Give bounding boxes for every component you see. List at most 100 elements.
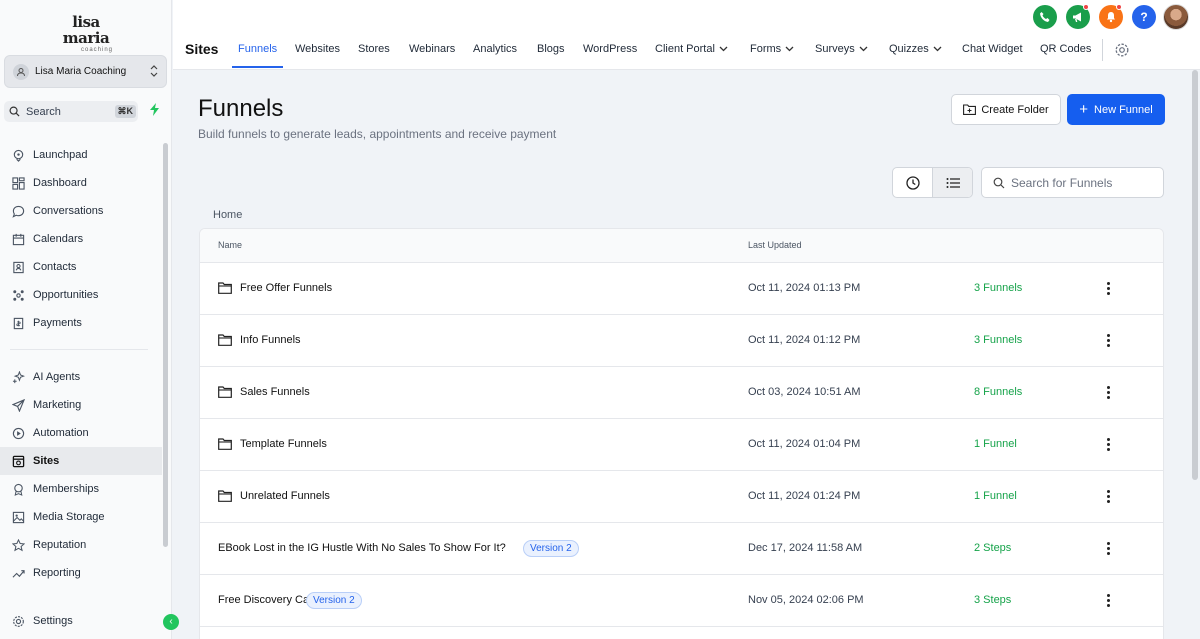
tab-label: Webinars xyxy=(409,43,456,55)
funnel-search-field[interactable] xyxy=(981,167,1164,198)
version-badge: Version 2 xyxy=(523,540,579,557)
tab-funnels[interactable]: Funnels xyxy=(238,43,277,55)
more-vertical-icon[interactable] xyxy=(1100,537,1116,559)
row-name[interactable]: Sales Funnels xyxy=(240,386,310,398)
sidebar-item-reputation[interactable]: Reputation xyxy=(0,531,162,559)
sidebar-item-conversations[interactable]: Conversations xyxy=(0,197,162,225)
recent-view-button[interactable] xyxy=(893,168,932,197)
more-vertical-icon[interactable] xyxy=(1100,433,1116,455)
tab-surveys[interactable]: Surveys xyxy=(815,43,868,55)
row-name[interactable]: EBook Lost in the IG Hustle With No Sale… xyxy=(218,542,506,554)
sidebar-item-label: Reporting xyxy=(33,567,81,579)
sidebar-item-payments[interactable]: Payments xyxy=(0,309,162,337)
sidebar-item-launchpad[interactable]: Launchpad xyxy=(0,141,162,169)
quick-action-bolt-icon[interactable] xyxy=(146,103,164,121)
tab-chat-widget[interactable]: Chat Widget xyxy=(962,43,1023,55)
version-badge: Version 2 xyxy=(306,592,362,609)
phone-icon[interactable] xyxy=(1033,5,1057,29)
plus-icon: + xyxy=(1079,100,1089,118)
table-row[interactable]: Info Funnels Oct 11, 2024 01:12 PM 3 Funne… xyxy=(200,315,1163,367)
row-name[interactable]: Free Discovery Call xyxy=(218,594,314,606)
tab-stores[interactable]: Stores xyxy=(358,43,390,55)
sidebar-item-reporting[interactable]: Reporting xyxy=(0,559,162,587)
sidebar-item-sites[interactable]: Sites xyxy=(0,447,162,475)
sidebar-item-opportunities[interactable]: Opportunities xyxy=(0,281,162,309)
table-row[interactable]: Free Offer Funnels Oct 11, 2024 01:13 PM 3… xyxy=(200,263,1163,315)
sidebar-item-label: Payments xyxy=(33,317,82,329)
row-name[interactable]: Free Offer Funnels xyxy=(240,282,332,294)
logo-sub-text: coaching xyxy=(80,47,114,53)
create-folder-button[interactable]: Create Folder xyxy=(951,94,1061,125)
tab-wordpress[interactable]: WordPress xyxy=(583,43,637,55)
collapse-sidebar-icon[interactable]: ‹ xyxy=(163,614,179,630)
funnel-search-input[interactable] xyxy=(1011,175,1151,190)
tab-quizzes[interactable]: Quizzes xyxy=(889,43,942,55)
tab-blogs[interactable]: Blogs xyxy=(537,43,565,55)
more-vertical-icon[interactable] xyxy=(1100,277,1116,299)
search-icon xyxy=(9,106,20,117)
sidebar-item-settings[interactable]: Settings xyxy=(0,607,162,635)
more-vertical-icon[interactable] xyxy=(1100,381,1116,403)
folder-icon xyxy=(218,334,232,346)
new-funnel-label: New Funnel xyxy=(1094,103,1153,116)
table-body: Free Offer Funnels Oct 11, 2024 01:13 PM 3… xyxy=(200,263,1163,627)
column-header-name[interactable]: Name xyxy=(218,240,242,250)
sidebar-item-label: Automation xyxy=(33,427,89,439)
tab-label: Surveys xyxy=(815,43,855,55)
main-scrollbar[interactable] xyxy=(1192,70,1198,480)
sidebar-nav-primary: Launchpad Dashboard Conversations Calendars… xyxy=(0,141,162,337)
row-last-updated: Oct 11, 2024 01:24 PM xyxy=(748,490,861,502)
more-vertical-icon[interactable] xyxy=(1100,589,1116,611)
row-name[interactable]: Unrelated Funnels xyxy=(240,490,330,502)
more-vertical-icon[interactable] xyxy=(1100,485,1116,507)
tab-client-portal[interactable]: Client Portal xyxy=(655,43,728,55)
table-row[interactable]: Unrelated Funnels Oct 11, 2024 01:24 PM 1 … xyxy=(200,471,1163,523)
tab-webinars[interactable]: Webinars xyxy=(409,43,455,55)
tab-forms[interactable]: Forms xyxy=(750,43,794,55)
sidebar-item-media-storage[interactable]: Media Storage xyxy=(0,503,162,531)
sidebar-item-ai-agents[interactable]: AI Agents xyxy=(0,363,162,391)
list-view-button[interactable] xyxy=(932,168,972,197)
table-row[interactable]: EBook Lost in the IG Hustle With No Sale… xyxy=(200,523,1163,575)
row-last-updated: Oct 11, 2024 01:04 PM xyxy=(748,438,861,450)
search-icon xyxy=(993,177,1005,188)
sidebar-item-dashboard[interactable]: Dashboard xyxy=(0,169,162,197)
sidebar-scrollbar[interactable] xyxy=(163,143,168,547)
gear-icon xyxy=(11,614,25,628)
account-switcher[interactable]: Lisa Maria Coaching xyxy=(4,55,167,88)
tab-websites[interactable]: Websites xyxy=(295,43,340,55)
new-funnel-button[interactable]: + New Funnel xyxy=(1067,94,1165,125)
sidebar-search[interactable]: Search ⌘K xyxy=(4,101,138,122)
funnels-table: Name Last Updated Free Offer Funnels Oct … xyxy=(199,228,1164,639)
user-avatar[interactable] xyxy=(1163,4,1189,30)
sidebar-item-automation[interactable]: Automation xyxy=(0,419,162,447)
table-row[interactable]: Free Discovery Call Version 2 Nov 05, 2024… xyxy=(200,575,1163,627)
help-icon[interactable]: ? xyxy=(1132,5,1156,29)
logo-main-text: lisa maria xyxy=(62,13,110,47)
column-header-last-updated[interactable]: Last Updated xyxy=(748,240,802,250)
sidebar-item-contacts[interactable]: Contacts xyxy=(0,253,162,281)
row-name[interactable]: Info Funnels xyxy=(240,334,301,346)
tab-qr-codes[interactable]: QR Codes xyxy=(1040,43,1091,55)
sidebar-item-calendars[interactable]: Calendars xyxy=(0,225,162,253)
more-vertical-icon[interactable] xyxy=(1100,329,1116,351)
tab-divider xyxy=(1102,39,1103,61)
brand-logo[interactable]: lisa maria coaching xyxy=(50,14,122,53)
sidebar-item-memberships[interactable]: Memberships xyxy=(0,475,162,503)
sidebar-nav-secondary: AI Agents Marketing Automation Sites Members… xyxy=(0,363,162,587)
breadcrumb[interactable]: Home xyxy=(213,209,242,221)
table-row[interactable]: Sales Funnels Oct 03, 2024 10:51 AM 8 Funn… xyxy=(200,367,1163,419)
opportunities-icon xyxy=(11,288,25,302)
folder-plus-icon xyxy=(963,104,977,115)
tab-analytics[interactable]: Analytics xyxy=(473,43,517,55)
chevron-updown-icon xyxy=(150,65,158,78)
megaphone-badge xyxy=(1083,4,1089,10)
settings-gear-icon[interactable] xyxy=(1114,42,1130,58)
view-toggle xyxy=(892,167,973,198)
row-last-updated: Oct 11, 2024 01:12 PM xyxy=(748,334,861,346)
table-row[interactable]: Template Funnels Oct 11, 2024 01:04 PM 1 F… xyxy=(200,419,1163,471)
sidebar-item-marketing[interactable]: Marketing xyxy=(0,391,162,419)
row-name[interactable]: Template Funnels xyxy=(240,438,327,450)
sidebar-divider xyxy=(10,349,148,350)
chevron-down-icon xyxy=(785,45,794,54)
